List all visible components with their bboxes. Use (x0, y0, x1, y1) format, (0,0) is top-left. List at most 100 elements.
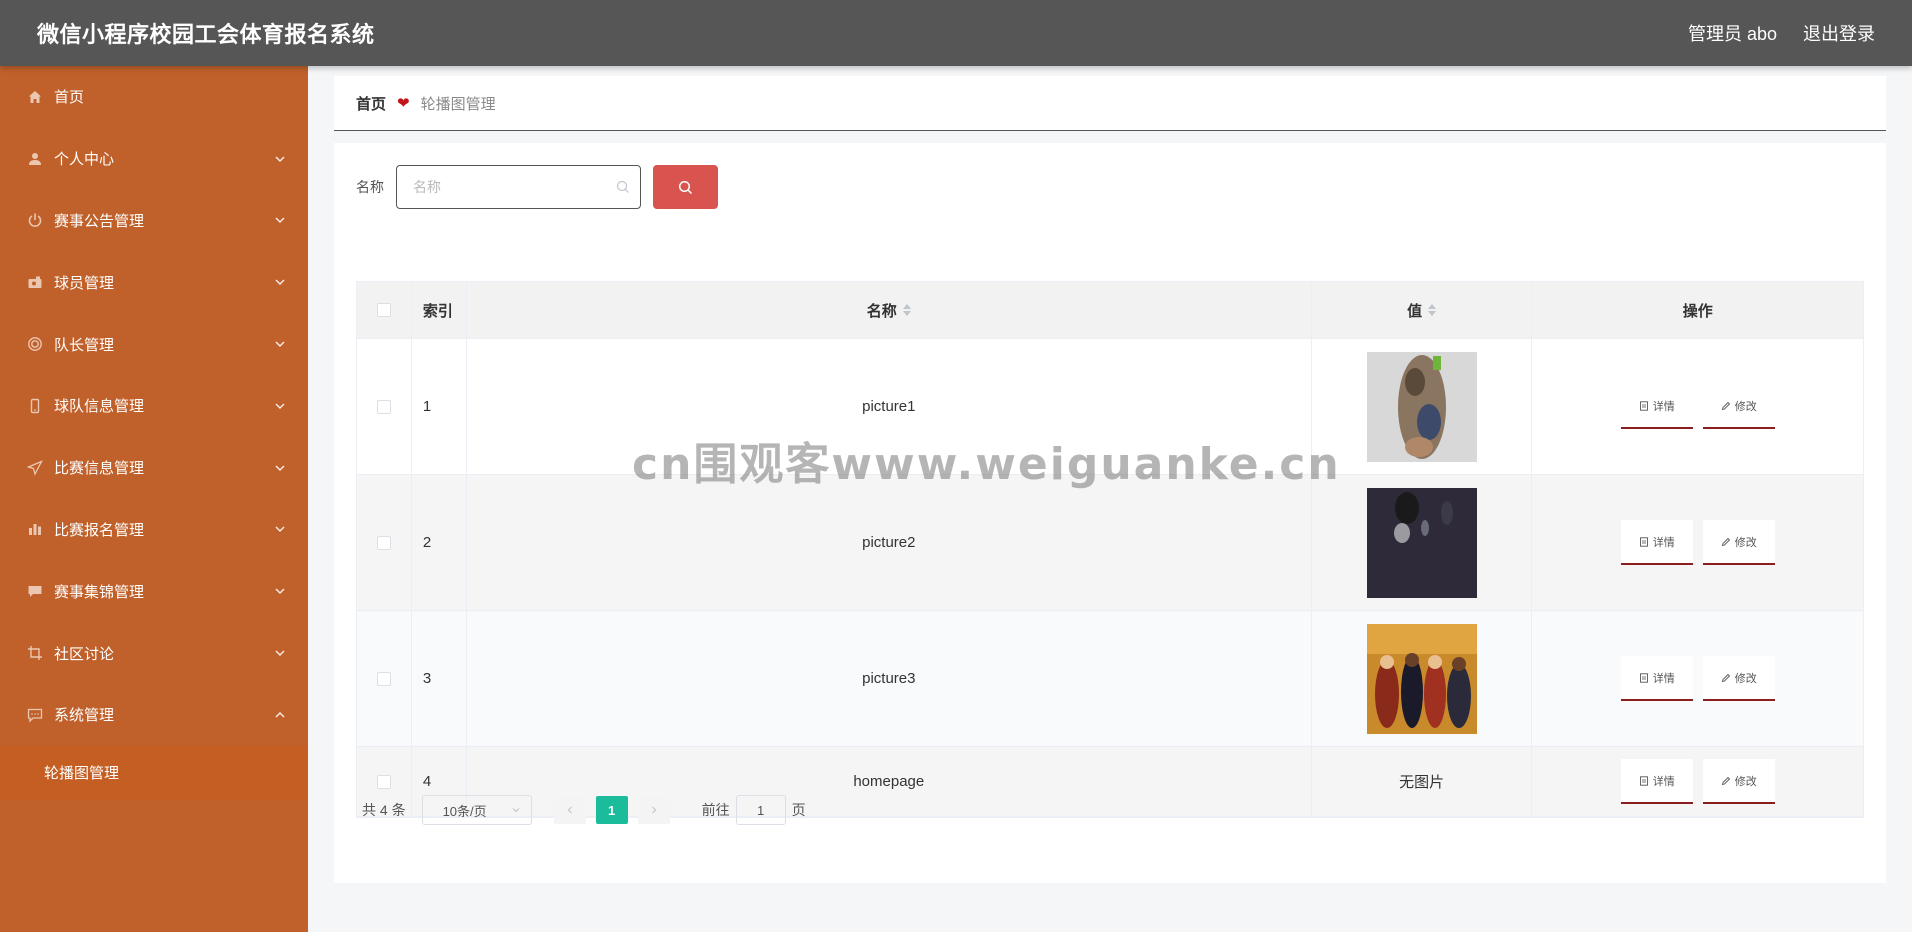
search-field[interactable] (396, 165, 641, 209)
row-value (1312, 475, 1533, 610)
thumbnail-image[interactable] (1366, 623, 1477, 734)
message-icon (26, 706, 44, 724)
sidebar-item-match-info[interactable]: 比赛信息管理 (0, 437, 308, 499)
header-index: 索引 (412, 282, 467, 338)
row-index: 2 (412, 475, 467, 610)
edit-button[interactable]: 修改 (1702, 520, 1775, 565)
edit-icon (1721, 401, 1730, 410)
select-all-checkbox[interactable] (376, 303, 391, 317)
row-checkbox-cell (357, 339, 412, 474)
header-operation: 操作 (1682, 302, 1713, 320)
admin-user-label[interactable]: 管理员 abo (1688, 20, 1777, 46)
sidebar-item-community[interactable]: 社区讨论 (0, 622, 308, 684)
page-size-select[interactable]: 10条/页 (421, 795, 532, 825)
search-icon (678, 180, 693, 194)
sidebar-item-system[interactable]: 系统管理 (0, 684, 308, 746)
sidebar-item-label: 球员管理 (54, 274, 115, 292)
target-icon (26, 335, 44, 353)
row-checkbox-cell (357, 611, 412, 746)
next-page-button[interactable] (637, 796, 670, 824)
sidebar-item-highlights[interactable]: 赛事集锦管理 (0, 560, 308, 622)
edit-icon (1721, 673, 1730, 682)
edit-button[interactable]: 修改 (1702, 759, 1775, 804)
breadcrumb-home[interactable]: 首页 (356, 93, 386, 114)
edit-label: 修改 (1734, 536, 1757, 549)
detail-button[interactable]: 详情 (1620, 384, 1693, 429)
thumbnail-image[interactable] (1366, 351, 1477, 462)
document-icon (1639, 672, 1648, 683)
user-icon (26, 150, 44, 168)
sidebar-item-label: 球队信息管理 (54, 398, 145, 416)
heart-icon: ❤ (397, 95, 410, 112)
page-size-value: 10条/页 (442, 803, 487, 819)
header-name[interactable]: 名称 (467, 282, 1312, 338)
sidebar-item-personal-center[interactable]: 个人中心 (0, 128, 308, 190)
page-number-current[interactable]: 1 (595, 796, 628, 824)
edit-button[interactable]: 修改 (1702, 384, 1775, 429)
detail-label: 详情 (1652, 672, 1675, 685)
sidebar-item-team-info[interactable]: 球队信息管理 (0, 375, 308, 437)
sort-icon[interactable] (1428, 304, 1437, 316)
table-header-row: 索引 名称 值 操作 (357, 282, 1863, 339)
row-checkbox[interactable] (376, 671, 391, 686)
sidebar-item-label: 首页 (54, 89, 85, 107)
edit-icon (1721, 537, 1730, 546)
document-icon (1639, 536, 1648, 547)
chevron-down-icon (275, 650, 285, 657)
total-count: 共 4 条 (362, 802, 406, 818)
header-name-label: 名称 (866, 302, 897, 320)
detail-button[interactable]: 详情 (1620, 656, 1693, 701)
sidebar-item-match-signup[interactable]: 比赛报名管理 (0, 499, 308, 561)
logout-link[interactable]: 退出登录 (1803, 20, 1875, 46)
header-value[interactable]: 值 (1312, 282, 1533, 338)
sidebar-item-label: 比赛报名管理 (54, 521, 145, 539)
table-row: 1 picture1 详情 修改 (357, 339, 1863, 475)
sidebar-item-label: 赛事公告管理 (54, 212, 145, 230)
document-icon (1639, 400, 1648, 411)
detail-button[interactable]: 详情 (1620, 759, 1693, 804)
edit-button[interactable]: 修改 (1702, 656, 1775, 701)
breadcrumb: 首页 ❤ 轮播图管理 (334, 76, 1886, 131)
chevron-down-icon (512, 808, 519, 813)
chevron-right-icon (651, 806, 656, 814)
row-checkbox[interactable] (376, 774, 391, 789)
row-name: picture2 (467, 475, 1312, 610)
mobile-icon (26, 397, 44, 415)
thumbnail-image[interactable] (1366, 487, 1477, 598)
chevron-left-icon (567, 806, 572, 814)
document-icon (1639, 775, 1648, 786)
search-icon (616, 180, 629, 193)
row-actions: 详情 修改 (1532, 339, 1863, 474)
chevron-down-icon (275, 217, 285, 224)
prev-page-button[interactable] (553, 796, 586, 824)
sidebar-item-label: 系统管理 (54, 707, 115, 725)
search-button[interactable] (653, 165, 718, 209)
sidebar-item-home[interactable]: 首页 (0, 66, 308, 128)
header-right: 管理员 abo 退出登录 (1688, 20, 1875, 46)
chevron-down-icon (275, 341, 285, 348)
row-value (1312, 611, 1533, 746)
detail-label: 详情 (1652, 536, 1675, 549)
sidebar-item-event-notice[interactable]: 赛事公告管理 (0, 190, 308, 252)
row-checkbox[interactable] (376, 399, 391, 414)
row-value: 无图片 (1312, 747, 1533, 816)
detail-button[interactable]: 详情 (1620, 520, 1693, 565)
search-input[interactable] (413, 179, 603, 195)
top-header: 微信小程序校园工会体育报名系统 管理员 abo 退出登录 (0, 0, 1912, 66)
row-checkbox[interactable] (376, 535, 391, 550)
send-icon (26, 459, 44, 477)
chevron-down-icon (275, 526, 285, 533)
sidebar-item-captain[interactable]: 队长管理 (0, 313, 308, 375)
chevron-down-icon (275, 588, 285, 595)
content-panel: 名称 索引 名称 值 操作 (334, 143, 1886, 883)
sidebar: 首页 个人中心 赛事公告管理 球员管理 队长管理 球队信息管理 比赛信息管理 比… (0, 66, 308, 932)
sidebar-subitem-carousel[interactable]: 轮播图管理 (0, 745, 308, 800)
chevron-down-icon (275, 156, 285, 162)
breadcrumb-current: 轮播图管理 (420, 95, 496, 113)
sort-icon[interactable] (902, 304, 911, 316)
detail-label: 详情 (1652, 400, 1675, 413)
goto-page-input[interactable]: 1 (735, 795, 786, 825)
sidebar-item-player[interactable]: 球员管理 (0, 251, 308, 313)
chevron-up-icon (275, 711, 285, 718)
power-icon (26, 211, 44, 229)
